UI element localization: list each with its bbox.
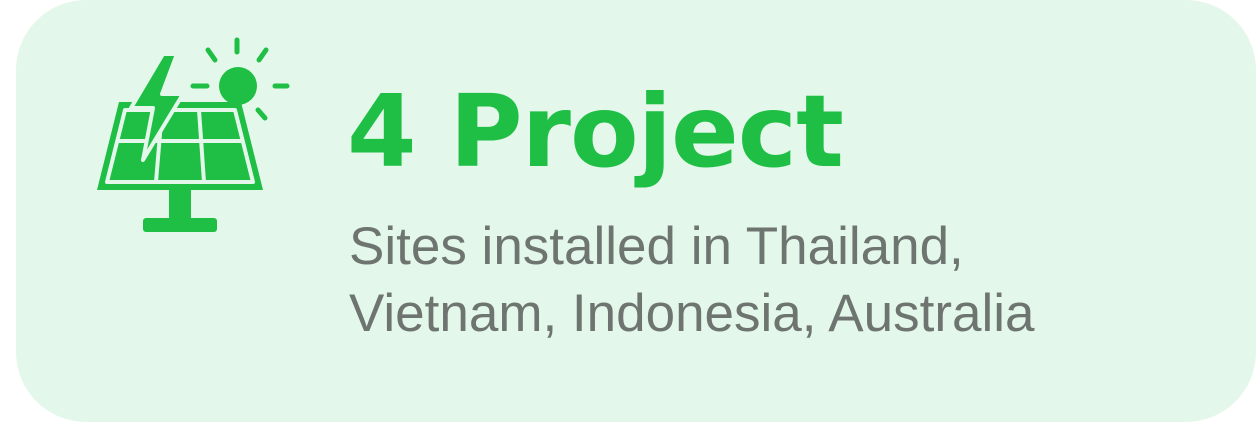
stat-card: 4 Project Sites installed in Thailand, V…	[16, 0, 1256, 422]
stat-description: Sites installed in Thailand, Vietnam, In…	[349, 213, 1035, 347]
stat-description-line-1: Sites installed in Thailand,	[349, 217, 964, 276]
stat-title: 4 Project	[347, 73, 844, 190]
solar-panel-icon	[97, 37, 290, 232]
stat-description-line-2: Vietnam, Indonesia, Australia	[349, 284, 1035, 343]
